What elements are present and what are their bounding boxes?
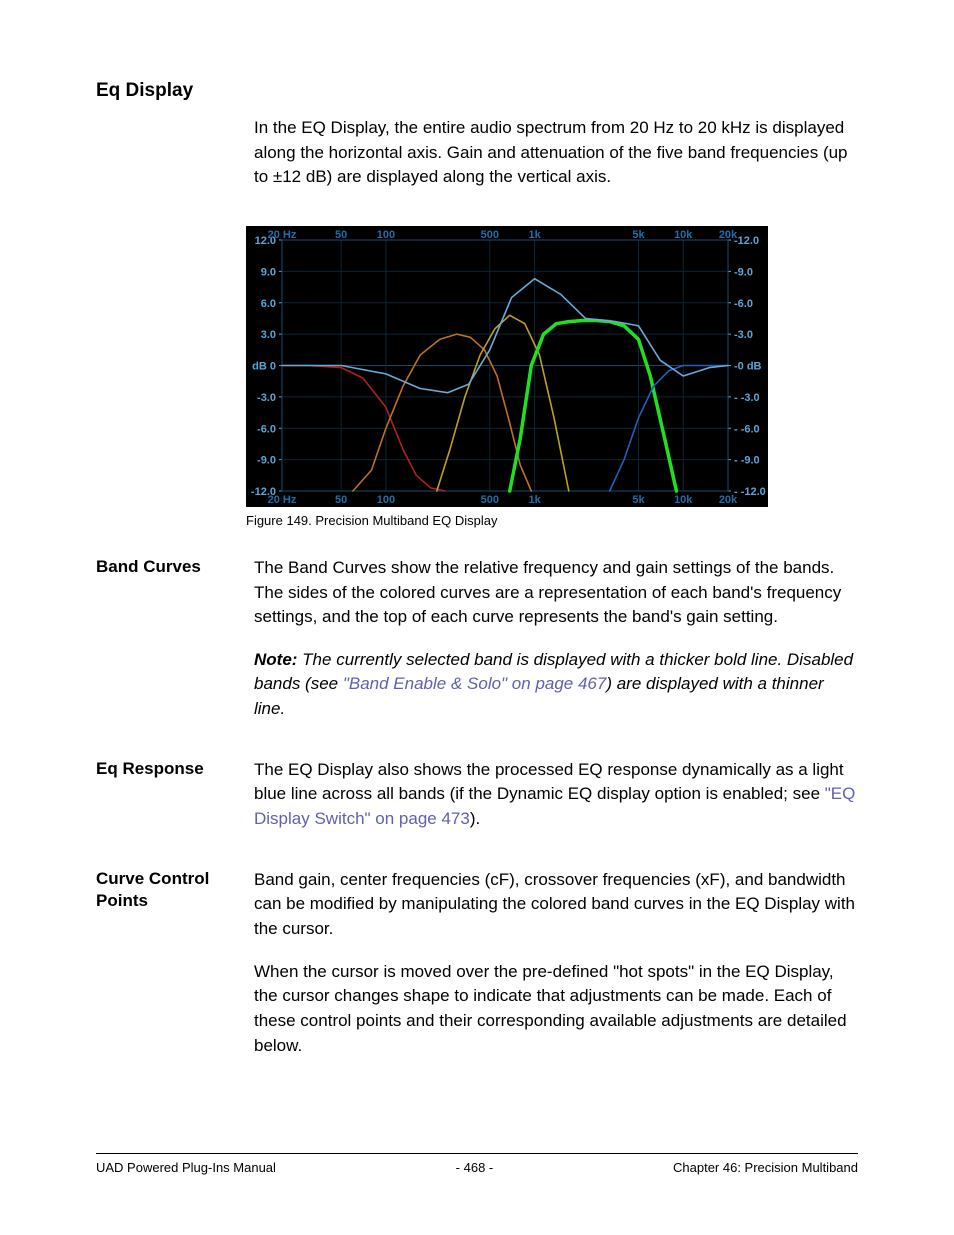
band-curves-text: The Band Curves show the relative freque… [254, 556, 858, 630]
svg-text:-9.0: -9.0 [257, 455, 276, 467]
eq-chart: 12.0-12.09.0-9.06.0-6.03.0-3.0dB 0-0 dB-… [246, 226, 768, 507]
svg-text:5k: 5k [632, 229, 645, 241]
sidehead-band-curves: Band Curves [96, 556, 254, 578]
svg-text:-3.0: -3.0 [734, 329, 753, 341]
eq-response-after: ). [470, 809, 480, 828]
page-footer: UAD Powered Plug-Ins Manual - 468 - Chap… [96, 1153, 858, 1175]
svg-text:9.0: 9.0 [261, 266, 276, 278]
band-curves-note: Note: The currently selected band is dis… [254, 648, 858, 722]
svg-text:-6.0: -6.0 [257, 423, 276, 435]
svg-text:50: 50 [335, 229, 347, 241]
svg-text:- -6.0: - -6.0 [734, 423, 760, 435]
footer-center: - 468 - [456, 1160, 494, 1175]
svg-text:20 Hz: 20 Hz [268, 229, 297, 241]
svg-text:100: 100 [377, 229, 395, 241]
svg-text:20k: 20k [719, 494, 738, 506]
curve-control-p2: When the cursor is moved over the pre-de… [254, 960, 858, 1059]
svg-text:-6.0: -6.0 [734, 298, 753, 310]
svg-text:5k: 5k [632, 494, 645, 506]
section-title: Eq Display [96, 80, 858, 102]
svg-text:50: 50 [335, 494, 347, 506]
svg-text:- -12.0: - -12.0 [734, 486, 766, 498]
svg-text:-0 dB: -0 dB [734, 360, 762, 372]
svg-text:-3.0: -3.0 [257, 392, 276, 404]
intro-paragraph: In the EQ Display, the entire audio spec… [254, 116, 858, 190]
svg-text:3.0: 3.0 [261, 329, 276, 341]
curve-control-p1: Band gain, center frequencies (cF), cros… [254, 868, 858, 942]
svg-text:100: 100 [377, 494, 395, 506]
svg-text:-12.0: -12.0 [734, 235, 759, 247]
footer-left: UAD Powered Plug-Ins Manual [96, 1160, 276, 1175]
figure-caption: Figure 149. Precision Multiband EQ Displ… [246, 513, 858, 528]
svg-text:6.0: 6.0 [261, 298, 276, 310]
link-band-enable-solo[interactable]: "Band Enable & Solo" on page 467 [343, 674, 607, 693]
svg-text:10k: 10k [674, 494, 693, 506]
eq-display-figure: 12.0-12.09.0-9.06.0-6.03.0-3.0dB 0-0 dB-… [246, 226, 858, 507]
svg-text:1k: 1k [528, 494, 541, 506]
svg-text:20k: 20k [719, 229, 738, 241]
sidehead-curve-control: Curve Control Points [96, 868, 254, 912]
svg-text:10k: 10k [674, 229, 693, 241]
svg-text:500: 500 [481, 229, 499, 241]
svg-text:- -3.0: - -3.0 [734, 392, 760, 404]
svg-text:-9.0: -9.0 [734, 266, 753, 278]
eq-response-text: The EQ Display also shows the processed … [254, 758, 858, 832]
svg-text:20 Hz: 20 Hz [268, 494, 297, 506]
eq-response-before: The EQ Display also shows the processed … [254, 760, 844, 804]
sidehead-eq-response: Eq Response [96, 758, 254, 780]
svg-text:dB 0: dB 0 [252, 360, 276, 372]
svg-text:1k: 1k [528, 229, 541, 241]
footer-right: Chapter 46: Precision Multiband [673, 1160, 858, 1175]
svg-text:500: 500 [481, 494, 499, 506]
svg-text:- -9.0: - -9.0 [734, 455, 760, 467]
note-label: Note: [254, 650, 302, 669]
